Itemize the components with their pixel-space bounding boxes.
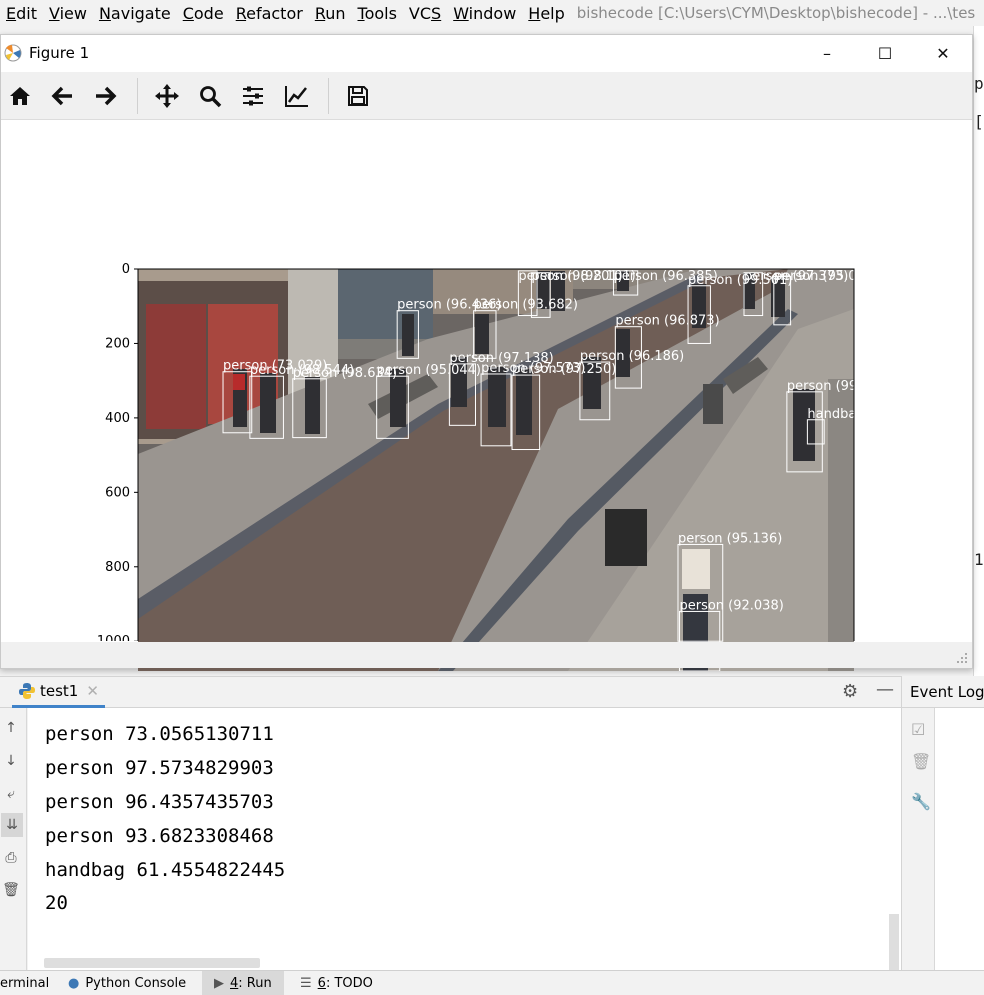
minimize-icon: – [823, 43, 831, 63]
editor-char: 1 [974, 550, 984, 569]
console-line: person 73.0565130711 [45, 723, 274, 745]
menu-item[interactable]: View [43, 4, 93, 23]
ide-window: Edit View Navigate Code Refactor Run Tools VCS W… [0, 0, 984, 995]
hide-icon[interactable]: — [876, 679, 894, 700]
run-tool-label: : Run [238, 976, 272, 991]
menu-item[interactable]: Refactor [230, 4, 309, 23]
todo-tab[interactable]: ☰ 6 : TODO [300, 971, 373, 995]
y-tick-label: 0 [122, 262, 130, 277]
figure-window: Figure 1 – ☐ ✕ person (73.029) person (9… [0, 34, 973, 671]
run-tool-num: 4 [230, 976, 239, 991]
trash-icon[interactable]: 🗑 [1, 880, 21, 900]
matplotlib-icon [3, 42, 25, 64]
menu-item[interactable]: Window [447, 4, 522, 23]
forward-icon [96, 86, 117, 106]
toolbar-divider [328, 78, 329, 114]
maximize-button[interactable]: ☐ [856, 35, 914, 71]
figure-toolbar [1, 72, 972, 120]
arrow-down-icon[interactable]: ↓ [1, 751, 21, 771]
print-icon[interactable]: ⎙ [1, 848, 21, 868]
python-console-label: Python Console [85, 976, 187, 991]
close-icon: ✕ [936, 43, 950, 63]
wrench-icon[interactable]: 🔧 [911, 792, 931, 811]
event-log-toolbar: ☑ 🗑 🔧 [902, 708, 935, 970]
axes-frame [137, 268, 855, 641]
back-button[interactable] [47, 80, 79, 112]
run-side-toolbar: ↑ ↓ ⤶ ⇊ ⎙ 🗑 [0, 708, 27, 970]
y-tick-label: 600 [105, 485, 130, 500]
console-line: person 96.4357435703 [45, 791, 274, 813]
figure-statusbar [1, 642, 972, 668]
edit-axis-icon [285, 86, 308, 107]
console-line: handbag 61.4554822445 [45, 859, 286, 881]
back-icon [51, 86, 72, 106]
maximize-icon: ☐ [877, 43, 893, 63]
zoom-icon [200, 86, 222, 108]
console-line: person 93.6823308468 [45, 825, 274, 847]
zoom-button[interactable] [194, 80, 226, 112]
todo-num: 6 [317, 976, 326, 991]
editor-edge: p [ 1 [973, 26, 984, 676]
toolbar-divider [137, 78, 138, 114]
figure-titlebar[interactable]: Figure 1 – ☐ ✕ [1, 35, 972, 71]
menu-item[interactable]: Navigate [93, 4, 177, 23]
y-tick-label: 200 [105, 336, 130, 351]
pan-button[interactable] [151, 80, 183, 112]
soft-wrap-icon[interactable]: ⤶ [1, 784, 21, 804]
y-tick-label: 400 [105, 411, 130, 426]
scroll-to-end-icon[interactable]: ⇊ [1, 813, 23, 837]
ide-title: bishecode [C:\Users\CYM\Desktop\bishecod… [576, 4, 976, 22]
run-icon: ▶ [214, 976, 224, 991]
menu-item[interactable]: Help [522, 4, 570, 23]
trash-icon[interactable]: 🗑 [911, 752, 931, 771]
pan-icon [155, 84, 179, 108]
tool-window-bar: erminal ● Python Console ▶ 4 : Run ☰ 6 :… [0, 970, 984, 995]
menu-item[interactable]: Run [309, 4, 352, 23]
python-icon [19, 683, 35, 699]
todo-label: : TODO [325, 976, 373, 991]
minimize-button[interactable]: – [798, 35, 856, 71]
arrow-up-icon[interactable]: ↑ [1, 718, 21, 738]
y-tick-label: 800 [105, 560, 130, 575]
event-log-title[interactable]: Event Log [902, 676, 984, 708]
home-icon [10, 87, 30, 105]
forward-button[interactable] [89, 80, 121, 112]
run-tab-label: test1 [40, 682, 79, 700]
editor-char: p [974, 74, 984, 93]
console-line: 20 [45, 892, 68, 914]
figure-canvas[interactable]: person (73.029) person (98.544) person (98… [1, 121, 972, 671]
axes: 0250500750100012501500175002004006008001… [97, 262, 855, 641]
menu-item[interactable]: VCS [403, 4, 447, 23]
save-button[interactable] [342, 80, 374, 112]
mark-read-icon[interactable]: ☑ [911, 720, 925, 739]
y-tick-label: 1000 [97, 634, 130, 641]
gear-icon[interactable]: ⚙ [842, 681, 858, 702]
home-button[interactable] [4, 80, 36, 112]
python-icon: ● [68, 976, 80, 991]
console-line: person 97.5734829903 [45, 757, 274, 779]
run-toolwindow-header: test1 ✕ ⚙ — [0, 676, 901, 708]
run-tool-tab[interactable]: ▶ 4 : Run [202, 971, 284, 995]
configure-subplots-button[interactable] [237, 80, 269, 112]
run-tab-test1[interactable]: test1 ✕ [12, 677, 105, 708]
horizontal-scrollbar[interactable] [44, 958, 260, 968]
todo-icon: ☰ [300, 976, 312, 991]
menu-item[interactable]: Code [177, 4, 230, 23]
configure-subplots-icon [243, 86, 263, 106]
editor-char: [ [974, 112, 984, 131]
terminal-tab[interactable]: erminal [0, 971, 49, 995]
edit-axis-button[interactable] [281, 80, 313, 112]
resize-grip-icon[interactable] [956, 652, 968, 664]
event-log-panel: Event Log ☑ 🗑 🔧 [901, 676, 984, 970]
console-output[interactable]: person 73.0565130711 person 97.573482990… [28, 708, 901, 970]
menu-item[interactable]: Tools [352, 4, 403, 23]
vertical-scrollbar[interactable] [889, 914, 899, 970]
save-icon [348, 86, 368, 106]
menu-bar: Edit View Navigate Code Refactor Run Tools VCS W… [0, 0, 984, 26]
figure-title: Figure 1 [29, 44, 90, 62]
close-button[interactable]: ✕ [914, 35, 972, 71]
menu-item[interactable]: Edit [0, 4, 43, 23]
close-tab-icon[interactable]: ✕ [86, 682, 99, 700]
python-console-tab[interactable]: ● Python Console [68, 971, 186, 995]
